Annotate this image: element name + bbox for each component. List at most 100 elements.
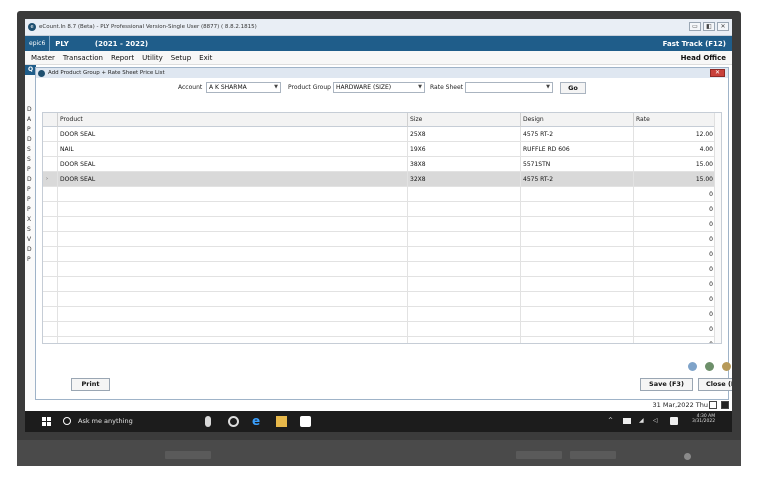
sidebar-letter[interactable]: P (27, 256, 31, 263)
cell-design[interactable] (520, 202, 633, 217)
cell-rate[interactable]: 0 (633, 187, 716, 202)
column-header-size[interactable]: Size (407, 113, 520, 127)
cell-design[interactable] (520, 322, 633, 337)
save-button[interactable]: Save (F3) (640, 378, 693, 391)
table-row[interactable]: › DOOR SEAL 32X8 4575 RT-2 15.00 (43, 172, 721, 187)
sidebar-letter[interactable]: P (27, 166, 31, 173)
close-button[interactable]: Close (Esc) (698, 378, 732, 391)
cell-rate[interactable]: 0 (633, 217, 716, 232)
minimize-icon[interactable]: ▭ (689, 22, 701, 31)
sidebar-letter[interactable]: D (27, 136, 32, 143)
cell-size[interactable] (407, 262, 520, 277)
cell-product[interactable] (57, 277, 407, 292)
volume-icon[interactable]: ◁ (653, 417, 658, 424)
sidebar-letter[interactable]: D (27, 246, 32, 253)
cell-rate[interactable]: 4.00 (633, 142, 716, 157)
table-row[interactable]: 0 (43, 262, 721, 277)
windows-start-icon[interactable] (42, 417, 51, 426)
column-header-product[interactable]: Product (57, 113, 407, 127)
cell-product[interactable]: DOOR SEAL (57, 172, 407, 187)
cell-rate[interactable]: 0 (633, 322, 716, 337)
cell-size[interactable] (407, 277, 520, 292)
sidebar-letter[interactable]: V (27, 236, 31, 243)
column-header-rate[interactable]: Rate (633, 113, 716, 127)
cell-size[interactable] (407, 337, 520, 343)
cell-product[interactable]: DOOR SEAL (57, 127, 407, 142)
cell-size[interactable] (407, 247, 520, 262)
cell-rate[interactable]: 0 (633, 277, 716, 292)
menu-setup[interactable]: Setup (171, 54, 191, 62)
cell-rate[interactable]: 12.00 (633, 127, 716, 142)
cell-size[interactable]: 32X8 (407, 172, 520, 187)
file-explorer-icon[interactable] (276, 416, 287, 427)
cell-product[interactable] (57, 187, 407, 202)
print-button[interactable]: Print (71, 378, 110, 391)
cell-size[interactable]: 38X8 (407, 157, 520, 172)
cell-design[interactable] (520, 307, 633, 322)
cell-product[interactable] (57, 217, 407, 232)
cell-product[interactable] (57, 337, 407, 343)
network-icon[interactable]: ◢ (639, 417, 644, 424)
cell-rate[interactable]: 0 (633, 262, 716, 277)
cell-product[interactable] (57, 202, 407, 217)
cell-rate[interactable]: 0 (633, 247, 716, 262)
cell-design[interactable] (520, 247, 633, 262)
chevron-up-icon[interactable]: ^ (608, 417, 613, 424)
table-row[interactable]: 0 (43, 277, 721, 292)
cell-rate[interactable]: 0 (633, 232, 716, 247)
cell-design[interactable] (520, 262, 633, 277)
notification-icon[interactable] (670, 417, 678, 425)
cell-product[interactable] (57, 292, 407, 307)
sidebar-letter[interactable]: S (27, 146, 31, 153)
table-row[interactable]: 0 (43, 202, 721, 217)
menu-utility[interactable]: Utility (142, 54, 163, 62)
sidebar-letter[interactable]: S (27, 226, 31, 233)
microphone-icon[interactable] (205, 416, 211, 427)
sidebar-letter[interactable]: D (27, 176, 32, 183)
cell-product[interactable] (57, 232, 407, 247)
table-row[interactable]: DOOR SEAL 38X8 5571STN 15.00 (43, 157, 721, 172)
sidebar-letter[interactable]: P (27, 206, 31, 213)
store-icon[interactable] (300, 416, 311, 427)
cell-design[interactable] (520, 337, 633, 343)
cell-size[interactable] (407, 232, 520, 247)
rate-sheet-select[interactable]: ▼ (465, 82, 553, 93)
sidebar-letter[interactable]: P (27, 196, 31, 203)
table-row[interactable]: 0 (43, 232, 721, 247)
battery-icon[interactable] (623, 418, 631, 424)
table-row[interactable]: 0 (43, 292, 721, 307)
cell-product[interactable] (57, 322, 407, 337)
menu-master[interactable]: Master (31, 54, 55, 62)
cell-rate[interactable]: 15.00 (633, 172, 716, 187)
cell-design[interactable]: 4575 RT-2 (520, 127, 633, 142)
table-row[interactable]: 0 (43, 322, 721, 337)
sidebar-letter[interactable]: P (27, 126, 31, 133)
cell-design[interactable] (520, 277, 633, 292)
product-group-select[interactable]: HARDWARE (SIZE) ▼ (333, 82, 425, 93)
close-icon[interactable]: ✕ (710, 69, 725, 77)
refresh-icon[interactable] (722, 362, 731, 371)
calculator-icon[interactable] (709, 401, 717, 409)
menu-report[interactable]: Report (111, 54, 134, 62)
column-header-design[interactable]: Design (520, 113, 633, 127)
cell-design[interactable] (520, 292, 633, 307)
cell-design[interactable]: 5571STN (520, 157, 633, 172)
cortana-icon[interactable] (63, 417, 71, 425)
fast-track-button[interactable]: Fast Track (F12) (663, 40, 726, 48)
table-row[interactable]: NAIL 19X6 RUFFLE RD 606 4.00 (43, 142, 721, 157)
cell-design[interactable] (520, 187, 633, 202)
cell-rate[interactable]: 0 (633, 337, 716, 343)
cell-size[interactable]: 25X8 (407, 127, 520, 142)
cell-design[interactable] (520, 232, 633, 247)
grid-scrollbar[interactable] (714, 113, 721, 343)
cell-rate[interactable]: 0 (633, 307, 716, 322)
go-button[interactable]: Go (560, 82, 586, 94)
cell-rate[interactable]: 0 (633, 292, 716, 307)
cell-product[interactable] (57, 247, 407, 262)
cell-size[interactable] (407, 292, 520, 307)
cell-size[interactable] (407, 322, 520, 337)
cell-product[interactable]: DOOR SEAL (57, 157, 407, 172)
account-select[interactable]: A K SHARMA ▼ (206, 82, 281, 93)
cell-size[interactable] (407, 307, 520, 322)
taskbar-clock[interactable]: 4:30 AM 3/31/2022 (692, 414, 715, 424)
